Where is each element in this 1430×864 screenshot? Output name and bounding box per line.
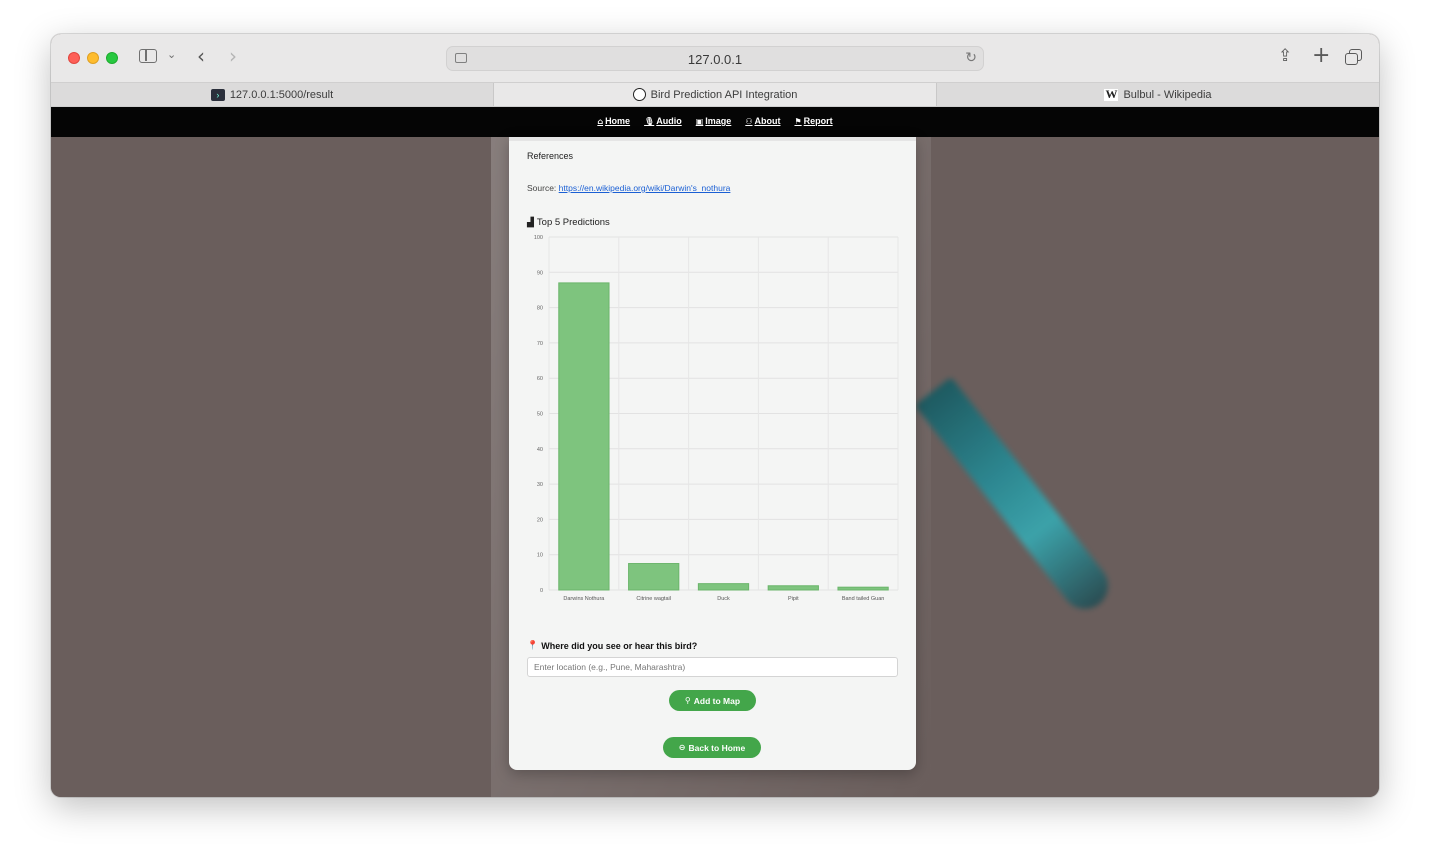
add-to-map-label: Add to Map <box>693 695 741 706</box>
bar <box>628 563 680 591</box>
address-text: 127.0.0.1 <box>687 52 743 67</box>
location-label: 📍 Where did you see or hear this bird? <box>527 641 697 651</box>
result-card: References Source: https://en.wikipedia.… <box>509 137 916 770</box>
map-pin-icon: 📍 <box>527 641 539 651</box>
bar <box>767 585 819 591</box>
browser-window: ⌄ ‹ › 127.0.0.1 ↻ ⇪ + › 127.0.0.1:5000/r… <box>51 34 1379 797</box>
page-content: ⌂ Home 🎙 Audio ▣ Image ⚇ About ⚑ Report Refer… <box>51 107 1379 797</box>
new-tab-icon[interactable]: + <box>1312 43 1330 68</box>
y-tick-label: 80 <box>537 306 543 312</box>
tab-label: Bird Prediction API Integration <box>650 88 798 101</box>
wikipedia-icon: W <box>1104 87 1119 101</box>
source-prefix: Source: <box>527 183 557 193</box>
zoom-window-button[interactable] <box>106 52 118 64</box>
x-tick-label: Duck <box>717 596 730 602</box>
reload-icon[interactable]: ↻ <box>965 50 977 66</box>
tab-overview-icon[interactable] <box>1345 49 1362 65</box>
back-to-home-button[interactable]: ⊖ Back to Home <box>663 737 761 758</box>
tab-bird-prediction[interactable]: Bird Prediction API Integration <box>494 83 937 106</box>
background-pen-image <box>914 377 1118 619</box>
add-to-map-button[interactable]: ⚲ Add to Map <box>669 690 756 711</box>
nav-report[interactable]: ⚑ Report <box>794 116 832 126</box>
bar <box>837 586 889 591</box>
microphone-icon: 🎙 <box>644 116 655 126</box>
chevron-down-icon[interactable]: ⌄ <box>167 48 176 61</box>
circle-arrow-left-icon: ⊖ <box>678 743 686 752</box>
y-tick-label: 100 <box>534 235 543 241</box>
image-icon: ▣ <box>695 116 704 126</box>
y-tick-label: 60 <box>537 376 543 382</box>
bar <box>697 583 750 591</box>
x-tick-label: Citrine wagtail <box>636 596 671 602</box>
nav-home[interactable]: ⌂ Home <box>597 116 630 126</box>
location-input[interactable] <box>527 657 898 677</box>
home-icon: ⌂ <box>597 116 604 126</box>
openai-icon <box>632 88 646 101</box>
y-tick-label: 90 <box>537 270 543 276</box>
tab-label: Bulbul - Wikipedia <box>1123 88 1212 101</box>
x-tick-label: Darwins Nothura <box>563 596 605 602</box>
source-line: Source: https://en.wikipedia.org/wiki/Da… <box>527 183 730 193</box>
tab-bar: › 127.0.0.1:5000/result Bird Prediction … <box>51 82 1379 107</box>
bar <box>558 282 610 591</box>
back-arrow-icon[interactable]: ‹ <box>197 44 205 68</box>
terminal-icon: › <box>210 88 225 101</box>
back-home-label: Back to Home <box>688 742 746 753</box>
title-bar: ⌄ ‹ › 127.0.0.1 ↻ ⇪ + <box>51 34 1379 82</box>
map-marker-icon: ⚲ <box>684 696 691 705</box>
sidebar-toggle-icon[interactable] <box>139 49 157 63</box>
x-tick-label: Pipit <box>788 596 799 602</box>
bar-chart-icon: ▟ <box>527 217 534 228</box>
y-tick-label: 50 <box>537 412 543 418</box>
share-icon[interactable]: ⇪ <box>1278 46 1292 66</box>
y-tick-label: 70 <box>537 341 543 347</box>
y-tick-label: 40 <box>537 447 543 453</box>
location-label-text: Where did you see or hear this bird? <box>541 641 698 651</box>
address-bar[interactable]: 127.0.0.1 ↻ <box>446 46 984 71</box>
minimize-window-button[interactable] <box>87 52 99 64</box>
y-tick-label: 10 <box>537 553 543 559</box>
tab-label: 127.0.0.1:5000/result <box>229 88 334 101</box>
source-link[interactable]: https://en.wikipedia.org/wiki/Darwin's_n… <box>559 183 731 193</box>
users-icon: ⚇ <box>745 116 753 126</box>
predictions-chart: 0 10 20 30 40 50 60 70 80 90 100 Darwins Nothura Cit… <box>534 235 899 602</box>
y-tick-label: 20 <box>537 517 543 523</box>
site-nav: ⌂ Home 🎙 Audio ▣ Image ⚇ About ⚑ Report <box>51 107 1379 137</box>
card-edge <box>509 137 916 141</box>
y-tick-label: 30 <box>537 482 543 488</box>
nav-audio[interactable]: 🎙 Audio <box>644 116 682 126</box>
forward-arrow-icon[interactable]: › <box>229 44 237 68</box>
x-tick-label: Band tailed Guan <box>842 596 885 602</box>
tab-wikipedia[interactable]: W Bulbul - Wikipedia <box>937 83 1379 106</box>
y-tick-label: 0 <box>540 588 543 594</box>
references-heading: References <box>527 151 574 161</box>
close-window-button[interactable] <box>68 52 80 64</box>
nav-image[interactable]: ▣ Image <box>696 116 732 126</box>
tab-result[interactable]: › 127.0.0.1:5000/result <box>51 83 494 106</box>
flag-icon: ⚑ <box>794 116 802 126</box>
nav-about[interactable]: ⚇ About <box>745 116 780 126</box>
